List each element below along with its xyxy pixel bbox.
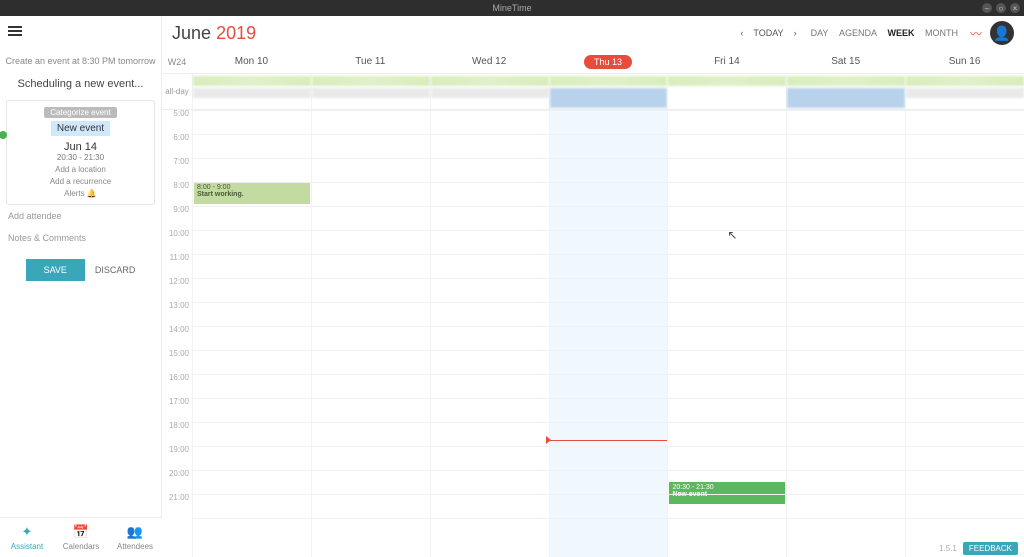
day-header-sat[interactable]: Sat 15 xyxy=(786,56,905,67)
analytics-icon[interactable]: 〰 xyxy=(970,25,982,42)
view-agenda[interactable]: AGENDA xyxy=(839,28,877,38)
next-arrow-icon[interactable]: › xyxy=(792,26,799,40)
day-header-fri[interactable]: Fri 14 xyxy=(667,56,786,67)
footer: 1.5.1 FEEDBACK xyxy=(939,542,1018,555)
version-label: 1.5.1 xyxy=(939,544,957,553)
day-col-sat[interactable] xyxy=(786,110,905,557)
window-minimize-icon[interactable]: – xyxy=(982,3,992,13)
now-indicator xyxy=(550,440,668,441)
notes-link[interactable]: Notes & Comments xyxy=(0,227,161,249)
categorize-button[interactable]: Categorize event xyxy=(44,107,116,118)
assistant-icon: ✦ xyxy=(2,524,52,540)
day-col-thu[interactable] xyxy=(549,110,668,557)
day-col-mon[interactable]: 8:00 - 9:00 Start working. xyxy=(192,110,311,557)
day-header-sun[interactable]: Sun 16 xyxy=(905,56,1024,67)
event-date[interactable]: Jun 14 xyxy=(13,141,148,153)
today-button[interactable]: TODAY xyxy=(753,28,783,38)
event-start-working[interactable]: 8:00 - 9:00 Start working. xyxy=(194,182,310,204)
allday-sat[interactable] xyxy=(786,74,905,109)
main: June 2019 ‹ TODAY › DAY AGENDA WEEK MONT… xyxy=(162,16,1024,557)
view-day[interactable]: DAY xyxy=(811,28,829,38)
week-number: W24 xyxy=(162,57,192,67)
day-header-thu[interactable]: Thu 13 xyxy=(549,55,668,69)
bell-icon: 🔔 xyxy=(87,189,97,198)
calendar-header: W24 Mon 10 Tue 11 Wed 12 Thu 13 Fri 14 S… xyxy=(162,50,1024,74)
event-title-input[interactable]: New event xyxy=(51,121,110,136)
menu-icon[interactable] xyxy=(8,26,24,36)
calendar-grid[interactable]: 5:006:007:00 8:009:0010:00 11:0012:0013:… xyxy=(162,110,1024,557)
sidebar: Create an event at 8:30 PM tomorrow Sche… xyxy=(0,16,162,557)
event-new-event[interactable]: 20:30 - 21:30 New event xyxy=(669,482,785,504)
day-col-sun[interactable] xyxy=(905,110,1024,557)
window-title: MineTime xyxy=(492,3,531,13)
avatar[interactable]: 👤 xyxy=(990,21,1014,45)
allday-mon[interactable] xyxy=(192,74,311,109)
day-col-fri[interactable]: 20:30 - 21:30 New event ↖ xyxy=(667,110,786,557)
add-location-link[interactable]: Add a location xyxy=(13,165,148,174)
scheduling-title: Scheduling a new event... xyxy=(0,72,161,100)
add-attendee-link[interactable]: Add attendee xyxy=(0,205,161,227)
day-header-mon[interactable]: Mon 10 xyxy=(192,56,311,67)
view-month[interactable]: MONTH xyxy=(925,28,958,38)
calendar-color-dot[interactable] xyxy=(0,131,7,139)
allday-fri[interactable] xyxy=(667,74,786,109)
allday-thu[interactable] xyxy=(549,74,668,109)
month-title: June 2019 xyxy=(172,23,256,44)
calendar-icon: 📅 xyxy=(56,524,106,540)
prev-arrow-icon[interactable]: ‹ xyxy=(738,26,745,40)
add-recurrence-link[interactable]: Add a recurrence xyxy=(13,177,148,186)
allday-row: all-day xyxy=(162,74,1024,110)
day-col-wed[interactable] xyxy=(430,110,549,557)
window-titlebar: MineTime – ○ × xyxy=(0,0,1024,16)
view-switcher: DAY AGENDA WEEK MONTH xyxy=(807,28,962,38)
alerts-link[interactable]: Alerts 🔔 xyxy=(13,189,148,198)
feedback-button[interactable]: FEEDBACK xyxy=(963,542,1018,555)
create-hint[interactable]: Create an event at 8:30 PM tomorrow xyxy=(0,50,161,72)
tab-assistant[interactable]: ✦Assistant xyxy=(0,518,54,557)
time-labels: 5:006:007:00 8:009:0010:00 11:0012:0013:… xyxy=(162,110,192,557)
save-button[interactable]: SAVE xyxy=(26,259,85,281)
topbar: June 2019 ‹ TODAY › DAY AGENDA WEEK MONT… xyxy=(162,16,1024,50)
allday-wed[interactable] xyxy=(430,74,549,109)
view-week[interactable]: WEEK xyxy=(887,28,914,38)
day-header-tue[interactable]: Tue 11 xyxy=(311,56,430,67)
day-col-tue[interactable] xyxy=(311,110,430,557)
window-maximize-icon[interactable]: ○ xyxy=(996,3,1006,13)
event-card: Categorize event New event Jun 14 20:30 … xyxy=(6,100,155,205)
allday-label: all-day xyxy=(162,74,192,109)
discard-button[interactable]: DISCARD xyxy=(95,259,136,281)
tab-attendees[interactable]: 👥Attendees xyxy=(108,518,162,557)
attendees-icon: 👥 xyxy=(110,524,160,540)
allday-sun[interactable] xyxy=(905,74,1024,109)
allday-tue[interactable] xyxy=(311,74,430,109)
bottom-tabs: ✦Assistant 📅Calendars 👥Attendees xyxy=(0,517,162,557)
window-close-icon[interactable]: × xyxy=(1010,3,1020,13)
event-time[interactable]: 20:30 - 21:30 xyxy=(13,153,148,162)
day-header-wed[interactable]: Wed 12 xyxy=(430,56,549,67)
tab-calendars[interactable]: 📅Calendars xyxy=(54,518,108,557)
